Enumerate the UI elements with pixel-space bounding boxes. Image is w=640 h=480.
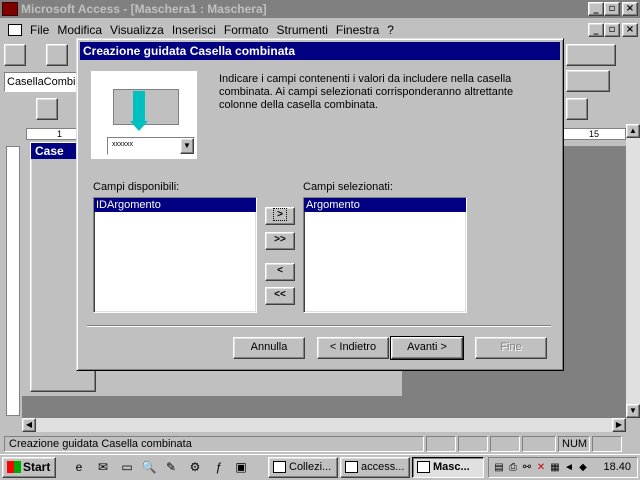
doc-close-button[interactable]: ×: [622, 23, 638, 37]
dialog-divider: [87, 325, 551, 327]
ruler-mark-15: 15: [589, 129, 600, 139]
status-cell-6: [592, 436, 622, 452]
menu-formato[interactable]: Formato: [220, 23, 273, 37]
menu-bar: File Modifica Visualizza Inserisci Forma…: [0, 20, 640, 40]
menu-help[interactable]: ?: [383, 23, 398, 37]
folder-icon: [273, 461, 286, 473]
combo-illustration: xxxxxx ▼: [107, 137, 195, 155]
save-icon[interactable]: [46, 44, 68, 66]
selected-fields-list[interactable]: Argomento: [303, 197, 467, 313]
task-maschera[interactable]: Masc...: [412, 457, 484, 478]
combo-box-wizard-dialog: Creazione guidata Casella combinata xxxx…: [76, 38, 564, 371]
add-one-button[interactable]: >: [265, 207, 295, 225]
form-icon: [417, 461, 430, 473]
clock[interactable]: 18.40: [603, 461, 631, 473]
vertical-scrollbar[interactable]: ▲ ▼: [626, 124, 640, 418]
start-label: Start: [23, 460, 51, 474]
view-icon[interactable]: [4, 44, 26, 66]
app-title-bar[interactable]: Microsoft Access - [Maschera1 : Maschera…: [0, 0, 640, 18]
available-fields-list[interactable]: IDArgomento: [93, 197, 257, 313]
menu-file[interactable]: File: [26, 23, 53, 37]
network-icon[interactable]: ▣: [232, 459, 250, 475]
outlook-icon[interactable]: ✉: [94, 459, 112, 475]
search-icon[interactable]: 🔍: [140, 459, 158, 475]
dropdown-arrow-icon: ▼: [180, 138, 194, 154]
minimize-button[interactable]: _: [588, 2, 604, 16]
menu-finestra[interactable]: Finestra: [332, 23, 383, 37]
internet-explorer-icon[interactable]: e: [70, 459, 88, 475]
restore-button[interactable]: ▫: [604, 2, 620, 16]
vertical-ruler: [6, 146, 20, 416]
add-all-button[interactable]: >>: [265, 232, 295, 250]
horizontal-scrollbar[interactable]: ◀ ▶: [22, 418, 626, 432]
font-color-icon[interactable]: [566, 98, 588, 120]
task-label: Masc...: [433, 461, 470, 473]
menu-modifica[interactable]: Modifica: [53, 23, 106, 37]
tools-icon[interactable]: ⚙: [186, 459, 204, 475]
combo-illustration-text: xxxxxx: [112, 141, 133, 148]
task-access-word[interactable]: access...: [340, 457, 410, 478]
available-fields-label: Campi disponibili:: [93, 181, 180, 193]
menu-visualizza[interactable]: Visualizza: [106, 23, 168, 37]
back-button[interactable]: < Indietro: [317, 337, 389, 359]
table-illustration-icon: [113, 89, 179, 125]
menu-strumenti[interactable]: Strumenti: [273, 23, 332, 37]
doc-restore-button[interactable]: ▫: [604, 23, 620, 37]
task-collezioni[interactable]: Collezi...: [268, 457, 338, 478]
refresh-icon[interactable]: [36, 98, 58, 120]
ruler-mark-1: 1: [57, 129, 63, 139]
object-combo[interactable]: CasellaCombin: [4, 72, 80, 92]
finish-button[interactable]: Fine: [475, 337, 547, 359]
remove-one-button[interactable]: <: [265, 263, 295, 281]
scroll-down-icon[interactable]: ▼: [626, 404, 640, 418]
windows-logo-icon: [7, 461, 21, 473]
printer-tray-icon[interactable]: ⎙: [507, 462, 519, 474]
cancel-button[interactable]: Annulla: [233, 337, 305, 359]
status-cell-2: [458, 436, 488, 452]
wizard-description: Indicare i campi contenenti i valori da …: [219, 73, 514, 111]
num-lock-indicator: NUM: [558, 436, 590, 452]
selected-fields-label: Campi selezionati:: [303, 181, 393, 193]
document-icon[interactable]: [8, 24, 22, 36]
access-app-icon[interactable]: [2, 2, 18, 16]
next-button[interactable]: Avanti >: [390, 336, 464, 360]
add-one-icon: >: [273, 208, 287, 221]
volume-icon[interactable]: ◄: [563, 462, 575, 474]
system-tray: ▤ ⎙ ⚯ ✕ ▦ ◄ ◆ 18.40: [488, 457, 638, 478]
word-icon: [345, 461, 358, 473]
doc-minimize-button[interactable]: _: [588, 23, 604, 37]
status-cell-1: [426, 436, 456, 452]
monitor-tray-icon[interactable]: ▤: [493, 462, 505, 474]
down-arrow-icon: [130, 121, 148, 131]
disconnected-tray-icon[interactable]: ✕: [535, 462, 547, 474]
scroll-right-icon[interactable]: ▶: [612, 418, 626, 432]
scroll-up-icon[interactable]: ▲: [626, 124, 640, 138]
antivirus-tray-icon[interactable]: ◆: [577, 462, 589, 474]
back-arrow-icon[interactable]: [6, 98, 28, 120]
network-tray-icon[interactable]: ⚯: [521, 462, 533, 474]
scroll-left-icon[interactable]: ◀: [22, 418, 36, 432]
notepad-icon[interactable]: ✎: [162, 459, 180, 475]
list-item[interactable]: Argomento: [304, 198, 466, 212]
close-button[interactable]: ×: [622, 2, 638, 16]
task-label: access...: [361, 461, 405, 473]
dialog-title[interactable]: Creazione guidata Casella combinata: [80, 42, 560, 60]
task-label: Collezi...: [289, 461, 332, 473]
line-style-icon[interactable]: [566, 70, 610, 92]
app-title: Microsoft Access - [Maschera1 : Maschera…: [21, 2, 267, 16]
border-style-icon[interactable]: [566, 44, 616, 66]
pen-icon[interactable]: ƒ: [210, 459, 228, 475]
list-item[interactable]: IDArgomento: [94, 198, 256, 212]
scheduler-tray-icon[interactable]: ▦: [549, 462, 561, 474]
start-button[interactable]: Start: [2, 457, 56, 478]
selected-column-illustration: [133, 91, 145, 123]
finish-label: Fine: [500, 341, 522, 353]
menu-inserisci[interactable]: Inserisci: [168, 23, 220, 37]
desktop-icon[interactable]: ▭: [118, 459, 136, 475]
status-text: Creazione guidata Casella combinata: [4, 436, 424, 452]
status-cell-3: [490, 436, 520, 452]
status-cell-4: [522, 436, 556, 452]
remove-all-button[interactable]: <<: [265, 287, 295, 305]
